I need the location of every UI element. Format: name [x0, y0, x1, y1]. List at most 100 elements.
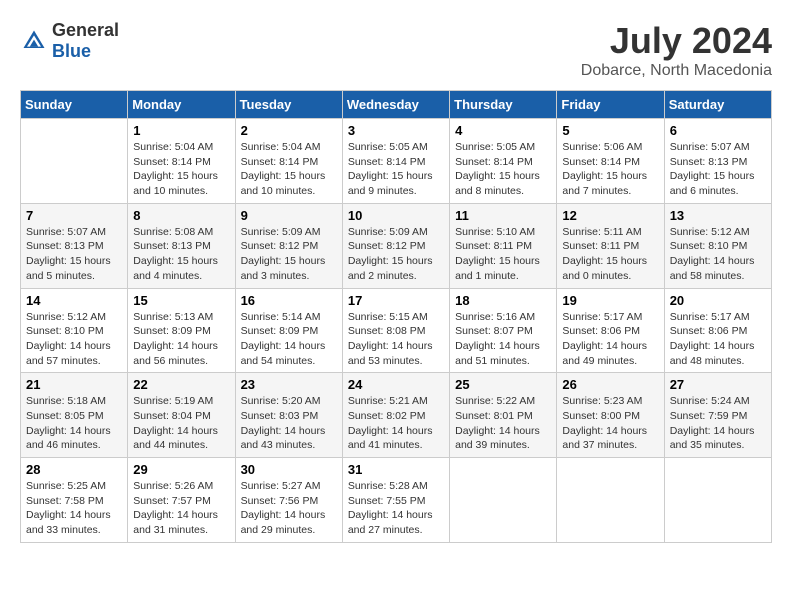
day-number: 20 [670, 293, 766, 308]
day-number: 4 [455, 123, 551, 138]
logo: General Blue [20, 20, 119, 62]
calendar-cell: 11 Sunrise: 5:10 AMSunset: 8:11 PMDayligh… [450, 203, 557, 288]
day-number: 25 [455, 377, 551, 392]
day-info: Sunrise: 5:04 AMSunset: 8:14 PMDaylight:… [133, 140, 229, 199]
day-number: 26 [562, 377, 658, 392]
day-info: Sunrise: 5:07 AMSunset: 8:13 PMDaylight:… [26, 225, 122, 284]
day-info: Sunrise: 5:09 AMSunset: 8:12 PMDaylight:… [241, 225, 337, 284]
weekday-header-sunday: Sunday [21, 91, 128, 119]
day-number: 2 [241, 123, 337, 138]
logo-wordmark: General Blue [52, 20, 119, 62]
calendar-cell: 14Sunrise: 5:12 AMSunset: 8:10 PMDayligh… [21, 288, 128, 373]
day-number: 23 [241, 377, 337, 392]
calendar-cell [557, 458, 664, 543]
day-info: Sunrise: 5:26 AMSunset: 7:57 PMDaylight:… [133, 479, 229, 538]
calendar-cell: 21 Sunrise: 5:18 AMSunset: 8:05 PMDayligh… [21, 373, 128, 458]
day-number: 6 [670, 123, 766, 138]
day-info: Sunrise: 5:07 AMSunset: 8:13 PMDaylight:… [670, 140, 766, 199]
day-info: Sunrise: 5:04 AMSunset: 8:14 PMDaylight:… [241, 140, 337, 199]
calendar-week-row: 21 Sunrise: 5:18 AMSunset: 8:05 PMDayligh… [21, 373, 772, 458]
calendar-cell: 5Sunrise: 5:06 AMSunset: 8:14 PMDaylight… [557, 119, 664, 204]
calendar-cell: 28 Sunrise: 5:25 AMSunset: 7:58 PMDayligh… [21, 458, 128, 543]
calendar-cell [664, 458, 771, 543]
day-info: Sunrise: 5:25 AMSunset: 7:58 PMDaylight:… [26, 479, 122, 538]
day-info: Sunrise: 5:19 AMSunset: 8:04 PMDaylight:… [133, 394, 229, 453]
weekday-header-wednesday: Wednesday [342, 91, 449, 119]
day-number: 29 [133, 462, 229, 477]
calendar-week-row: 14Sunrise: 5:12 AMSunset: 8:10 PMDayligh… [21, 288, 772, 373]
calendar-cell: 26 Sunrise: 5:23 AMSunset: 8:00 PMDayligh… [557, 373, 664, 458]
day-info: Sunrise: 5:12 AMSunset: 8:10 PMDaylight:… [670, 225, 766, 284]
day-number: 11 [455, 208, 551, 223]
day-number: 30 [241, 462, 337, 477]
calendar-cell: 1 Sunrise: 5:04 AMSunset: 8:14 PMDaylight… [128, 119, 235, 204]
calendar-cell [450, 458, 557, 543]
day-number: 31 [348, 462, 444, 477]
calendar-cell [21, 119, 128, 204]
day-number: 1 [133, 123, 229, 138]
calendar-cell: 9 Sunrise: 5:09 AMSunset: 8:12 PMDaylight… [235, 203, 342, 288]
day-number: 17 [348, 293, 444, 308]
day-number: 3 [348, 123, 444, 138]
calendar-cell: 15Sunrise: 5:13 AMSunset: 8:09 PMDayligh… [128, 288, 235, 373]
day-info: Sunrise: 5:06 AMSunset: 8:14 PMDaylight:… [562, 140, 658, 199]
day-number: 27 [670, 377, 766, 392]
weekday-header-thursday: Thursday [450, 91, 557, 119]
day-info: Sunrise: 5:14 AMSunset: 8:09 PMDaylight:… [241, 310, 337, 369]
weekday-header-friday: Friday [557, 91, 664, 119]
weekday-header-saturday: Saturday [664, 91, 771, 119]
day-number: 18 [455, 293, 551, 308]
day-number: 16 [241, 293, 337, 308]
weekday-header-tuesday: Tuesday [235, 91, 342, 119]
calendar-cell: 17Sunrise: 5:15 AMSunset: 8:08 PMDayligh… [342, 288, 449, 373]
calendar-cell: 12 Sunrise: 5:11 AMSunset: 8:11 PMDayligh… [557, 203, 664, 288]
day-number: 8 [133, 208, 229, 223]
calendar-cell: 30 Sunrise: 5:27 AMSunset: 7:56 PMDayligh… [235, 458, 342, 543]
day-number: 7 [26, 208, 122, 223]
day-number: 9 [241, 208, 337, 223]
day-number: 19 [562, 293, 658, 308]
day-info: Sunrise: 5:21 AMSunset: 8:02 PMDaylight:… [348, 394, 444, 453]
calendar-cell: 23 Sunrise: 5:20 AMSunset: 8:03 PMDayligh… [235, 373, 342, 458]
day-info: Sunrise: 5:23 AMSunset: 8:00 PMDaylight:… [562, 394, 658, 453]
calendar-cell: 4 Sunrise: 5:05 AMSunset: 8:14 PMDaylight… [450, 119, 557, 204]
day-info: Sunrise: 5:05 AMSunset: 8:14 PMDaylight:… [348, 140, 444, 199]
calendar-week-row: 7 Sunrise: 5:07 AMSunset: 8:13 PMDaylight… [21, 203, 772, 288]
calendar-week-row: 28 Sunrise: 5:25 AMSunset: 7:58 PMDayligh… [21, 458, 772, 543]
day-number: 22 [133, 377, 229, 392]
logo-blue-text: Blue [52, 41, 91, 61]
calendar-cell: 22 Sunrise: 5:19 AMSunset: 8:04 PMDayligh… [128, 373, 235, 458]
location-title: Dobarce, North Macedonia [581, 62, 772, 80]
day-info: Sunrise: 5:27 AMSunset: 7:56 PMDaylight:… [241, 479, 337, 538]
title-area: July 2024 Dobarce, North Macedonia [581, 20, 772, 80]
calendar-cell: 27 Sunrise: 5:24 AMSunset: 7:59 PMDayligh… [664, 373, 771, 458]
calendar-cell: 10Sunrise: 5:09 AMSunset: 8:12 PMDayligh… [342, 203, 449, 288]
calendar-cell: 31Sunrise: 5:28 AMSunset: 7:55 PMDayligh… [342, 458, 449, 543]
day-number: 28 [26, 462, 122, 477]
day-number: 12 [562, 208, 658, 223]
calendar-cell: 7 Sunrise: 5:07 AMSunset: 8:13 PMDaylight… [21, 203, 128, 288]
day-number: 24 [348, 377, 444, 392]
day-info: Sunrise: 5:22 AMSunset: 8:01 PMDaylight:… [455, 394, 551, 453]
calendar-cell: 16 Sunrise: 5:14 AMSunset: 8:09 PMDayligh… [235, 288, 342, 373]
month-title: July 2024 [581, 20, 772, 62]
day-info: Sunrise: 5:24 AMSunset: 7:59 PMDaylight:… [670, 394, 766, 453]
calendar-cell: 2 Sunrise: 5:04 AMSunset: 8:14 PMDaylight… [235, 119, 342, 204]
day-info: Sunrise: 5:16 AMSunset: 8:07 PMDaylight:… [455, 310, 551, 369]
day-info: Sunrise: 5:13 AMSunset: 8:09 PMDaylight:… [133, 310, 229, 369]
day-info: Sunrise: 5:11 AMSunset: 8:11 PMDaylight:… [562, 225, 658, 284]
calendar-cell: 6 Sunrise: 5:07 AMSunset: 8:13 PMDaylight… [664, 119, 771, 204]
day-info: Sunrise: 5:18 AMSunset: 8:05 PMDaylight:… [26, 394, 122, 453]
day-number: 10 [348, 208, 444, 223]
calendar-cell: 24 Sunrise: 5:21 AMSunset: 8:02 PMDayligh… [342, 373, 449, 458]
day-info: Sunrise: 5:05 AMSunset: 8:14 PMDaylight:… [455, 140, 551, 199]
day-number: 21 [26, 377, 122, 392]
day-number: 14 [26, 293, 122, 308]
calendar-cell: 19Sunrise: 5:17 AMSunset: 8:06 PMDayligh… [557, 288, 664, 373]
day-info: Sunrise: 5:20 AMSunset: 8:03 PMDaylight:… [241, 394, 337, 453]
calendar-cell: 18 Sunrise: 5:16 AMSunset: 8:07 PMDayligh… [450, 288, 557, 373]
page-header: General Blue July 2024 Dobarce, North Ma… [20, 20, 772, 80]
calendar-cell: 20Sunrise: 5:17 AMSunset: 8:06 PMDayligh… [664, 288, 771, 373]
calendar-week-row: 1 Sunrise: 5:04 AMSunset: 8:14 PMDaylight… [21, 119, 772, 204]
day-info: Sunrise: 5:10 AMSunset: 8:11 PMDaylight:… [455, 225, 551, 284]
